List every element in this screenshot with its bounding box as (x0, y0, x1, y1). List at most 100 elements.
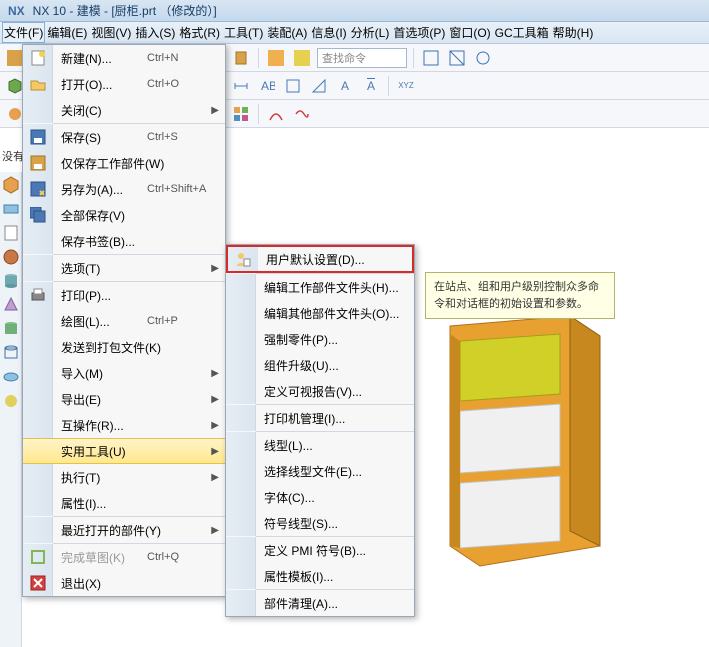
blank-icon (226, 300, 256, 326)
menu-prefs[interactable]: 首选项(P) (391, 22, 447, 43)
util-menu-item[interactable]: 用户默认设置(D)... (226, 245, 414, 273)
menu-window[interactable]: 窗口(O) (447, 22, 492, 43)
file-menu-item[interactable]: 导出(E)▶ (23, 386, 225, 412)
util-menu-item[interactable]: 打印机管理(I)... (226, 405, 414, 431)
menu-item-label: 绘图(L)... (53, 313, 147, 330)
ls-cube-icon[interactable] (2, 176, 20, 194)
ls-roll-icon[interactable] (2, 368, 20, 386)
util-menu-item[interactable]: 部件清理(A)... (226, 590, 414, 616)
tb-wire2-icon[interactable] (446, 47, 468, 69)
file-menu-item[interactable]: 另存为(A)...Ctrl+Shift+A (23, 176, 225, 202)
menu-format[interactable]: 格式(R) (177, 22, 222, 43)
file-menu-item[interactable]: 退出(X) (23, 570, 225, 596)
tb2-xyz-icon[interactable]: XYZ (395, 75, 417, 97)
ls-cyl-icon[interactable] (2, 272, 20, 290)
file-menu-item[interactable]: 仅保存工作部件(W) (23, 150, 225, 176)
menu-assembly[interactable]: 装配(A) (265, 22, 309, 43)
submenu-item-label: 组件升级(U)... (256, 357, 414, 374)
submenu-arrow-icon: ▶ (211, 263, 219, 274)
util-menu-item[interactable]: 定义 PMI 符号(B)... (226, 537, 414, 563)
blank-icon (226, 378, 256, 404)
ls-sphere-icon[interactable] (2, 248, 20, 266)
util-menu-item[interactable]: 编辑其他部件文件头(O)... (226, 300, 414, 326)
file-menu-item[interactable]: 打开(O)...Ctrl+O (23, 71, 225, 97)
file-menu-item[interactable]: 选项(T)▶ (23, 255, 225, 281)
menu-info[interactable]: 信息(I) (309, 22, 348, 43)
submenu-arrow-icon: ▶ (211, 105, 219, 116)
util-menu-item[interactable]: 字体(C)... (226, 484, 414, 510)
tb3-grid-icon[interactable] (230, 103, 252, 125)
file-menu-item[interactable]: 导入(M)▶ (23, 360, 225, 386)
ls-misc-icon[interactable] (2, 392, 20, 410)
file-menu-item[interactable]: 关闭(C)▶ (23, 97, 225, 123)
file-menu-item[interactable]: 属性(I)... (23, 490, 225, 516)
file-menu-item[interactable]: 互操作(R)...▶ (23, 412, 225, 438)
menu-item-label: 退出(X) (53, 575, 225, 592)
menu-item-label: 保存书签(B)... (53, 233, 225, 250)
blank-icon (23, 439, 53, 463)
file-menu-item[interactable]: 发送到打包文件(K) (23, 334, 225, 360)
command-search[interactable]: 查找命令 (317, 48, 407, 68)
exit-icon (23, 570, 53, 596)
ls-cyl2-icon[interactable] (2, 320, 20, 338)
menu-item-label: 打印(P)... (53, 287, 225, 304)
file-menu-item[interactable]: 实用工具(U)▶ (23, 438, 225, 464)
tb-wire1-icon[interactable] (420, 47, 442, 69)
menu-item-label: 发送到打包文件(K) (53, 339, 225, 356)
tb-func1-icon[interactable] (265, 47, 287, 69)
file-menu-item[interactable]: 绘图(L)...Ctrl+P (23, 308, 225, 334)
util-menu-item[interactable]: 定义可视报告(V)... (226, 378, 414, 404)
file-menu-item[interactable]: 执行(T)▶ (23, 464, 225, 490)
ls-sheet-icon[interactable] (2, 224, 20, 242)
file-menu-item[interactable]: 打印(P)... (23, 282, 225, 308)
submenu-arrow-icon: ▶ (211, 394, 219, 405)
viewport-model[interactable] (430, 316, 610, 576)
tb-func2-icon[interactable] (291, 47, 313, 69)
tb2-dim2-icon[interactable]: ABC (256, 75, 278, 97)
left-toolstrip (0, 172, 22, 647)
tb2-a-icon[interactable]: A (334, 75, 356, 97)
tb2-a2-icon[interactable]: A (360, 75, 382, 97)
tb2-tri-icon[interactable] (308, 75, 330, 97)
utilities-submenu: 用户默认设置(D)...编辑工作部件文件头(H)...编辑其他部件文件头(O).… (225, 244, 415, 617)
menu-file[interactable]: 文件(F) (2, 22, 45, 43)
menu-gctoolbox[interactable]: GC工具箱 (493, 22, 551, 43)
menu-item-shortcut: Ctrl+O (147, 78, 225, 90)
file-menu-item[interactable]: 最近打开的部件(Y)▶ (23, 517, 225, 543)
util-menu-item[interactable]: 组件升级(U)... (226, 352, 414, 378)
ls-cone-icon[interactable] (2, 296, 20, 314)
file-menu-item[interactable]: 全部保存(V) (23, 202, 225, 228)
util-menu-item[interactable]: 属性模板(I)... (226, 563, 414, 589)
tb3-curve2-icon[interactable] (291, 103, 313, 125)
file-menu-item[interactable]: 新建(N)...Ctrl+N (23, 45, 225, 71)
blank-icon (23, 360, 53, 386)
menu-item-label: 完成草图(K) (53, 549, 147, 566)
tb2-dim3-icon[interactable] (282, 75, 304, 97)
saveall-icon (23, 202, 53, 228)
tb-wire3-icon[interactable] (472, 47, 494, 69)
menu-tools[interactable]: 工具(T) (222, 22, 265, 43)
menu-view[interactable]: 视图(V) (89, 22, 133, 43)
file-menu-item[interactable]: 保存书签(B)... (23, 228, 225, 254)
blank-icon (23, 97, 53, 123)
menu-help[interactable]: 帮助(H) (551, 22, 596, 43)
ls-tube-icon[interactable] (2, 344, 20, 362)
util-menu-item[interactable]: 选择线型文件(E)... (226, 458, 414, 484)
save2-icon (23, 150, 53, 176)
tb2-dim1-icon[interactable] (230, 75, 252, 97)
menu-edit[interactable]: 编辑(E) (45, 22, 89, 43)
ls-plane-icon[interactable] (2, 200, 20, 218)
new-icon (23, 45, 53, 71)
tb-paste-icon[interactable] (230, 47, 252, 69)
util-menu-item[interactable]: 编辑工作部件文件头(H)... (226, 274, 414, 300)
util-menu-item[interactable]: 符号线型(S)... (226, 510, 414, 536)
tb3-curve1-icon[interactable] (265, 103, 287, 125)
util-menu-item[interactable]: 强制零件(P)... (226, 326, 414, 352)
menu-analyze[interactable]: 分析(L) (349, 22, 392, 43)
menu-insert[interactable]: 插入(S) (133, 22, 177, 43)
file-menu-item[interactable]: 保存(S)Ctrl+S (23, 124, 225, 150)
menu-item-shortcut: Ctrl+N (147, 52, 225, 64)
sketch-icon (23, 544, 53, 570)
blank-icon (226, 326, 256, 352)
util-menu-item[interactable]: 线型(L)... (226, 432, 414, 458)
